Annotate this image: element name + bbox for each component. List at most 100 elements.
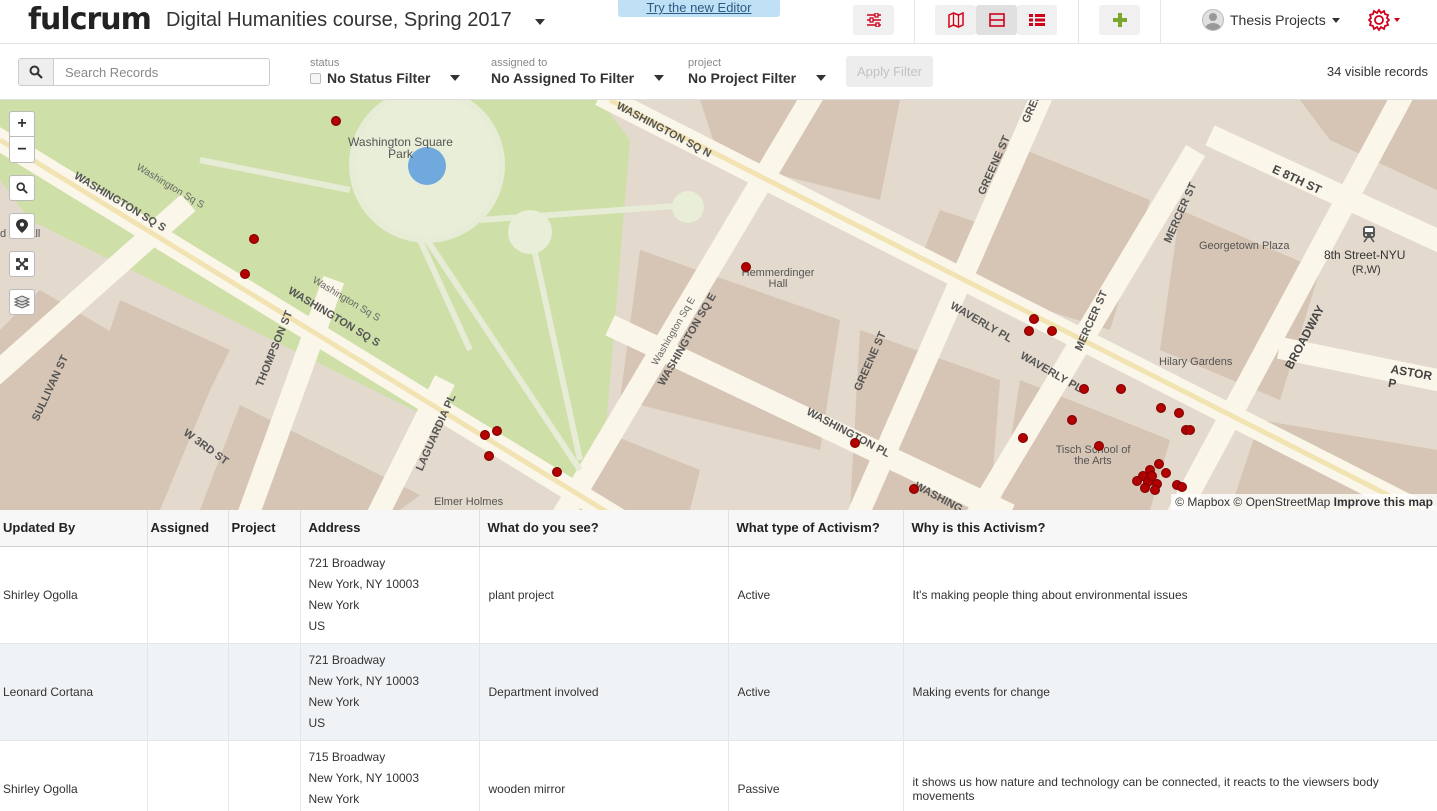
map-view-button[interactable] — [935, 5, 976, 35]
cell-what-see: Department involved — [479, 643, 729, 741]
status-filter[interactable]: status No Status Filter — [310, 57, 461, 87]
project-filter-value: No Project Filter — [688, 70, 797, 86]
search-icon — [29, 65, 43, 79]
record-marker — [249, 234, 259, 244]
cell-activism-type: Active — [728, 546, 904, 644]
address-line: New York — [308, 694, 360, 709]
top-bar: fulcrum Digital Humanities course, Sprin… — [0, 0, 1437, 44]
add-record-button[interactable] — [1099, 5, 1140, 35]
chevron-down-icon — [1331, 17, 1340, 23]
cell-address: 721 Broadway New York, NY 10003 New York… — [300, 546, 480, 644]
app-title-caret-icon[interactable] — [535, 19, 545, 25]
project-filter-label: project — [688, 57, 722, 69]
map-search-button[interactable] — [9, 175, 35, 201]
map-attribution: © Mapbox © OpenStreetMap Improve this ma… — [1171, 494, 1437, 510]
map-view-icon — [947, 12, 964, 28]
layers-icon — [14, 295, 30, 309]
cell-activism-type: Active — [728, 643, 904, 741]
user-menu[interactable]: Thesis Projects — [1202, 9, 1340, 31]
record-marker — [1154, 459, 1164, 469]
gear-icon — [1367, 8, 1400, 32]
address-line: New York, NY 10003 — [308, 576, 420, 591]
record-marker — [1116, 384, 1126, 394]
cell-address: 715 Broadway New York, NY 10003 New York… — [300, 740, 480, 811]
table-row[interactable]: Shirley Ogolla 715 Broadway New York, NY… — [0, 740, 1437, 811]
fullscreen-button[interactable] — [9, 251, 35, 277]
cell-updated-by: Leonard Cortana — [0, 643, 148, 741]
column-header[interactable]: Updated By — [0, 510, 148, 547]
locate-button[interactable] — [9, 213, 35, 239]
address-line: New York — [308, 597, 360, 612]
column-header[interactable]: Project — [228, 510, 301, 547]
column-header[interactable]: What type of Activism? — [728, 510, 904, 547]
toolbar-divider — [914, 0, 915, 44]
record-marker — [1177, 482, 1187, 492]
table-header-row: Updated By Assigned Project Address What… — [0, 510, 1437, 547]
split-view-icon — [988, 13, 1005, 27]
address-line: New York, NY 10003 — [308, 673, 420, 688]
record-marker — [331, 116, 341, 126]
cell-project — [228, 546, 301, 644]
chevron-down-icon — [816, 75, 827, 81]
add-icon — [1112, 13, 1127, 27]
mapbox-attribution[interactable]: © Mapbox — [1175, 495, 1230, 509]
cell-address: 721 Broadway New York, NY 10003 New York… — [300, 643, 480, 741]
filter-bar: status No Status Filter assigned to No A… — [0, 44, 1437, 100]
record-marker — [1156, 403, 1166, 413]
record-marker — [1161, 468, 1171, 478]
cell-project — [228, 643, 301, 741]
cell-assigned — [147, 546, 229, 644]
user-name: Thesis Projects — [1230, 12, 1326, 28]
column-header[interactable]: What do you see? — [479, 510, 729, 547]
status-filter-value: No Status Filter — [327, 70, 431, 86]
project-filter[interactable]: project No Project Filter — [688, 57, 827, 87]
record-marker — [1047, 326, 1057, 336]
search-button[interactable] — [18, 58, 54, 86]
chevron-down-icon — [450, 75, 461, 81]
status-filter-label: status — [310, 57, 340, 69]
sliders-icon — [866, 13, 881, 27]
record-marker — [1150, 485, 1160, 495]
address-line: 721 Broadway — [308, 652, 386, 667]
table-row[interactable]: Shirley Ogolla 721 Broadway New York, NY… — [0, 546, 1437, 644]
table-row[interactable]: Leonard Cortana 721 Broadway New York, N… — [0, 643, 1437, 741]
record-marker — [1132, 476, 1142, 486]
assigned-filter[interactable]: assigned to No Assigned To Filter — [491, 57, 665, 87]
toolbar-divider — [1160, 0, 1161, 44]
record-marker — [1079, 384, 1089, 394]
table-view-button[interactable] — [1017, 5, 1057, 35]
record-marker — [1185, 425, 1195, 435]
avatar — [1202, 9, 1224, 31]
records-table: Updated By Assigned Project Address What… — [0, 510, 1437, 811]
cell-activism-why: Making events for change — [903, 643, 1437, 741]
column-header[interactable]: Assigned — [147, 510, 229, 547]
address-line: US — [308, 715, 326, 730]
search-input[interactable] — [53, 58, 270, 86]
app-title[interactable]: Digital Humanities course, Spring 2017 — [166, 9, 512, 32]
split-view-button[interactable] — [976, 5, 1017, 35]
address-line: 721 Broadway — [308, 555, 386, 570]
zoom-out-button[interactable]: − — [9, 137, 35, 163]
fulcrum-logo[interactable]: fulcrum — [28, 2, 152, 37]
zoom-in-button[interactable]: + — [9, 111, 35, 137]
try-new-editor-link[interactable]: Try the new Editor — [618, 0, 780, 17]
record-marker — [480, 430, 490, 440]
record-markers — [240, 116, 1195, 495]
record-marker — [1018, 433, 1028, 443]
record-marker — [1094, 441, 1104, 451]
address-line: New York, NY 10003 — [308, 770, 420, 785]
column-header[interactable]: Why is this Activism? — [903, 510, 1437, 547]
column-header[interactable]: Address — [300, 510, 480, 547]
layers-button[interactable] — [9, 289, 35, 315]
map-view[interactable]: Washington Square Park Hemmerdinger Hall… — [0, 100, 1437, 510]
apply-filter-button[interactable]: Apply Filter — [846, 56, 933, 87]
cell-what-see: wooden mirror — [479, 740, 729, 811]
settings-menu[interactable] — [1367, 7, 1403, 38]
record-marker — [1147, 471, 1157, 481]
filter-settings-button[interactable] — [853, 5, 894, 35]
osm-attribution[interactable]: © OpenStreetMap — [1233, 495, 1330, 509]
status-checkbox[interactable] — [310, 72, 321, 84]
improve-map-link[interactable]: Improve this map — [1334, 495, 1433, 509]
record-marker — [1029, 314, 1039, 324]
record-marker — [909, 484, 919, 494]
